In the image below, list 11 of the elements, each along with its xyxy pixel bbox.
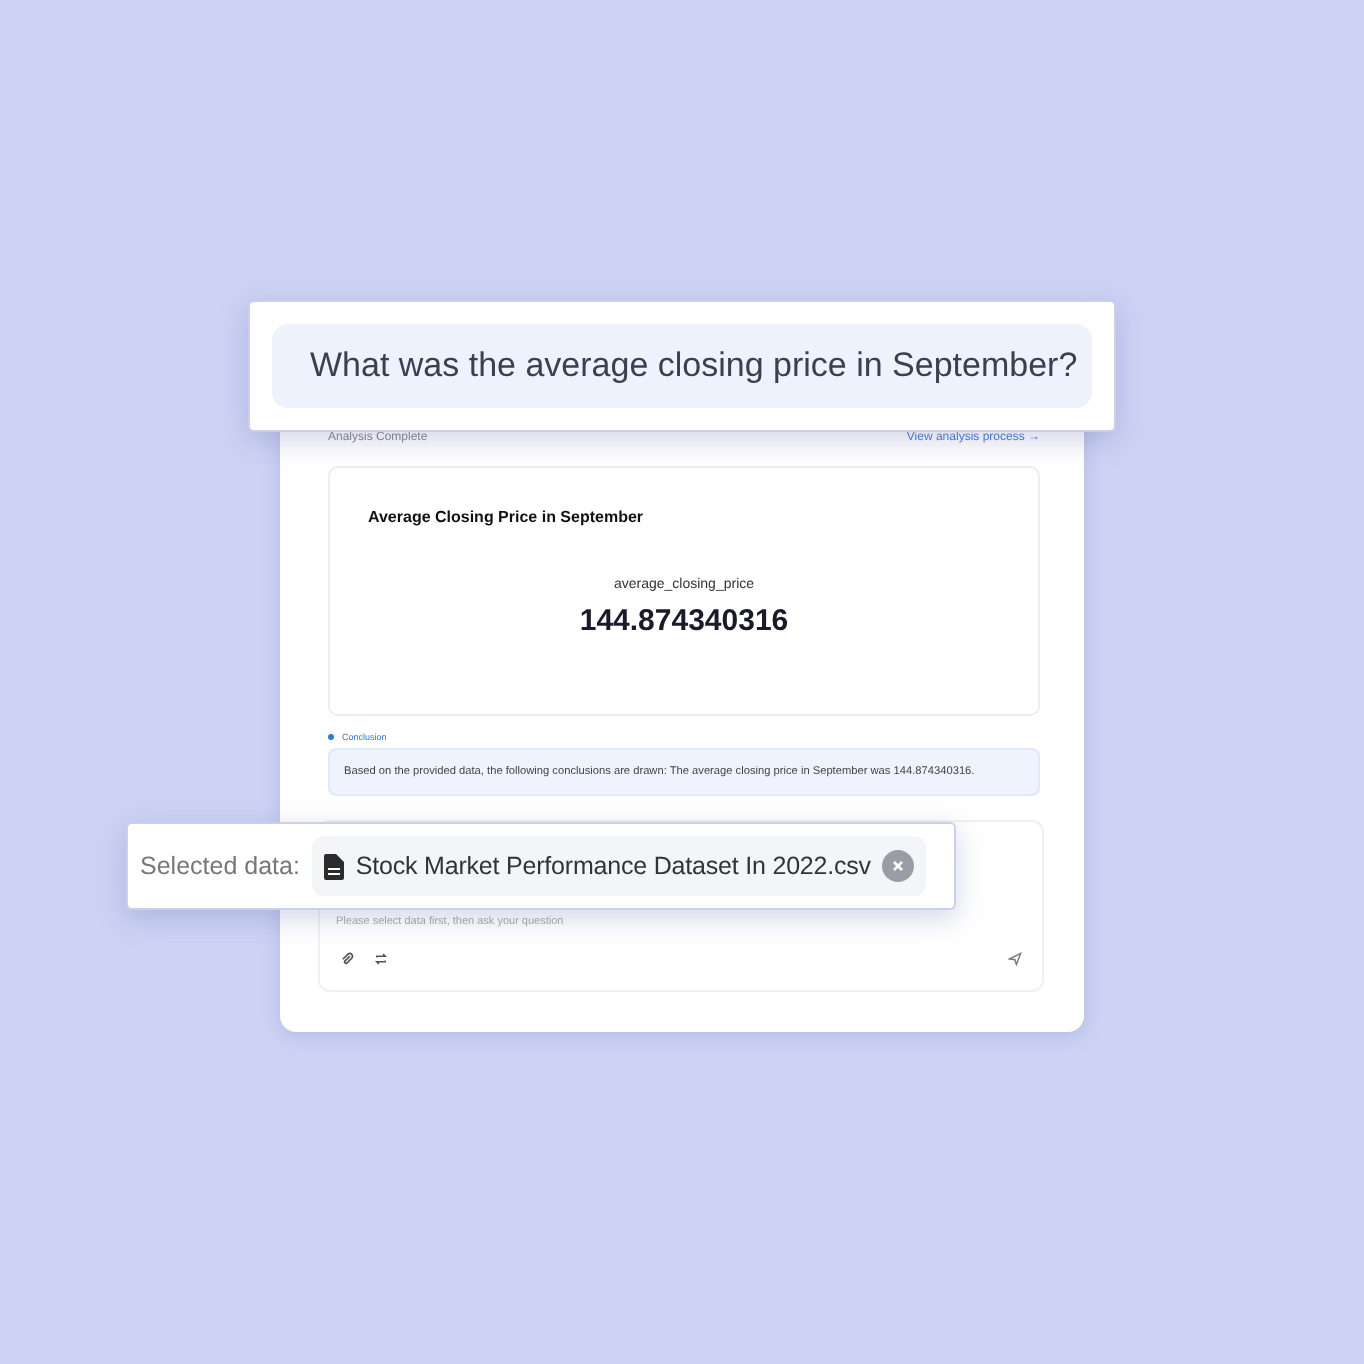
close-icon[interactable]	[882, 850, 915, 882]
document-icon	[323, 853, 344, 879]
file-name: Stock Market Performance Dataset In 2022.csv	[355, 852, 871, 880]
refresh-icon[interactable]	[370, 948, 392, 970]
selected-data-label: Selected data:	[140, 852, 300, 880]
bullet-icon	[328, 734, 334, 740]
question-text: What was the average closing price in September?	[272, 324, 1092, 408]
metric-value: 144.874340316	[579, 604, 789, 638]
send-icon[interactable]	[1004, 948, 1026, 970]
attach-icon[interactable]	[336, 948, 358, 970]
result-title: Average Closing Price in September	[368, 508, 644, 526]
